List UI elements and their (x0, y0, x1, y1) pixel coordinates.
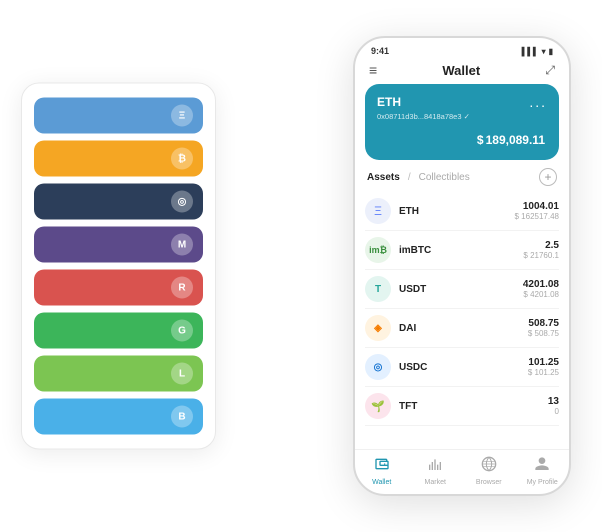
card-stack: Ξ ₿ ◎ M R G L B (21, 83, 216, 450)
card-icon: R (171, 277, 193, 299)
asset-usd: $ 508.75 (528, 329, 559, 338)
card-icon: L (171, 363, 193, 385)
signal-icon: ▌▌▌ (522, 47, 539, 56)
menu-icon[interactable]: ≡ (369, 62, 377, 78)
asset-name: USDC (399, 362, 528, 373)
assets-tabs: Assets / Collectibles (367, 172, 470, 183)
nav-market-label: Market (425, 479, 446, 486)
list-item[interactable]: ₿ (34, 141, 203, 177)
status-icons: ▌▌▌ ▾ ▮ (522, 47, 553, 56)
card-icon: ₿ (171, 148, 193, 170)
balance-prefix: $ (477, 133, 484, 147)
status-bar: 9:41 ▌▌▌ ▾ ▮ (355, 38, 569, 58)
asset-values: 1004.01 $ 162517.48 (515, 201, 560, 221)
eth-card-menu[interactable]: ... (529, 94, 547, 110)
nav-profile-label: My Profile (527, 479, 558, 486)
asset-values: 2.5 $ 21760.1 (523, 240, 559, 260)
asset-amount: 101.25 (528, 357, 559, 368)
battery-icon: ▮ (549, 47, 553, 56)
browser-nav-icon (481, 456, 497, 477)
phone-header: ≡ Wallet ⤢ (355, 58, 569, 84)
asset-name: DAI (399, 323, 528, 334)
phone-frame: 9:41 ▌▌▌ ▾ ▮ ≡ Wallet ⤢ ETH ... 0x08711d… (353, 36, 571, 496)
table-row[interactable]: im₿ imBTC 2.5 $ 21760.1 (365, 231, 559, 270)
asset-values: 13 0 (548, 396, 559, 416)
scene: Ξ ₿ ◎ M R G L B 9:41 ▌▌▌ ▾ (11, 11, 591, 521)
eth-symbol: ETH (377, 95, 401, 109)
table-row[interactable]: Ξ ETH 1004.01 $ 162517.48 (365, 192, 559, 231)
tft-icon: 🌱 (365, 393, 391, 419)
nav-browser[interactable]: Browser (462, 456, 516, 486)
eth-address: 0x08711d3b...8418a78e3 ✓ (377, 112, 547, 121)
list-item[interactable]: G (34, 313, 203, 349)
imbtc-icon: im₿ (365, 237, 391, 263)
table-row[interactable]: T USDT 4201.08 $ 4201.08 (365, 270, 559, 309)
eth-icon: Ξ (365, 198, 391, 224)
asset-name: USDT (399, 284, 523, 295)
asset-usd: $ 162517.48 (515, 212, 560, 221)
table-row[interactable]: ◈ DAI 508.75 $ 508.75 (365, 309, 559, 348)
nav-wallet-label: Wallet (372, 479, 391, 486)
table-row[interactable]: ◎ USDC 101.25 $ 101.25 (365, 348, 559, 387)
wallet-nav-icon (374, 456, 390, 477)
profile-nav-icon (534, 456, 550, 477)
tab-collectibles[interactable]: Collectibles (419, 172, 470, 183)
tab-separator: / (408, 172, 411, 183)
asset-values: 508.75 $ 508.75 (528, 318, 559, 338)
asset-usd: 0 (548, 407, 559, 416)
list-item[interactable]: ◎ (34, 184, 203, 220)
status-time: 9:41 (371, 46, 389, 56)
asset-usd: $ 4201.08 (523, 290, 559, 299)
asset-name: TFT (399, 401, 548, 412)
asset-amount: 2.5 (523, 240, 559, 251)
card-icon: Ξ (171, 105, 193, 127)
nav-browser-label: Browser (476, 479, 502, 486)
asset-usd: $ 101.25 (528, 368, 559, 377)
asset-usd: $ 21760.1 (523, 251, 559, 260)
list-item[interactable]: R (34, 270, 203, 306)
asset-name: imBTC (399, 245, 523, 256)
bottom-nav: Wallet Market Browser My Profile (355, 449, 569, 494)
wifi-icon: ▾ (542, 47, 546, 56)
add-asset-button[interactable]: + (539, 168, 557, 186)
asset-values: 101.25 $ 101.25 (528, 357, 559, 377)
expand-icon[interactable]: ⤢ (545, 63, 555, 78)
eth-card-top: ETH ... (377, 94, 547, 110)
list-item[interactable]: M (34, 227, 203, 263)
list-item[interactable]: L (34, 356, 203, 392)
card-icon: ◎ (171, 191, 193, 213)
nav-wallet[interactable]: Wallet (355, 456, 409, 486)
nav-profile[interactable]: My Profile (516, 456, 570, 486)
usdc-icon: ◎ (365, 354, 391, 380)
asset-amount: 508.75 (528, 318, 559, 329)
asset-amount: 4201.08 (523, 279, 559, 290)
asset-values: 4201.08 $ 4201.08 (523, 279, 559, 299)
market-nav-icon (427, 456, 443, 477)
eth-card[interactable]: ETH ... 0x08711d3b...8418a78e3 ✓ $189,08… (365, 84, 559, 160)
card-icon: B (171, 406, 193, 428)
dai-icon: ◈ (365, 315, 391, 341)
table-row[interactable]: 🌱 TFT 13 0 (365, 387, 559, 426)
tab-assets[interactable]: Assets (367, 172, 400, 183)
asset-list: Ξ ETH 1004.01 $ 162517.48 im₿ imBTC 2.5 … (355, 192, 569, 449)
page-title: Wallet (442, 63, 480, 78)
card-icon: M (171, 234, 193, 256)
list-item[interactable]: Ξ (34, 98, 203, 134)
usdt-icon: T (365, 276, 391, 302)
asset-amount: 1004.01 (515, 201, 560, 212)
card-icon: G (171, 320, 193, 342)
balance-amount: 189,089.11 (486, 133, 545, 147)
nav-market[interactable]: Market (409, 456, 463, 486)
asset-amount: 13 (548, 396, 559, 407)
assets-header: Assets / Collectibles + (355, 168, 569, 192)
asset-name: ETH (399, 206, 515, 217)
eth-balance: $189,089.11 (377, 127, 547, 150)
list-item[interactable]: B (34, 399, 203, 435)
